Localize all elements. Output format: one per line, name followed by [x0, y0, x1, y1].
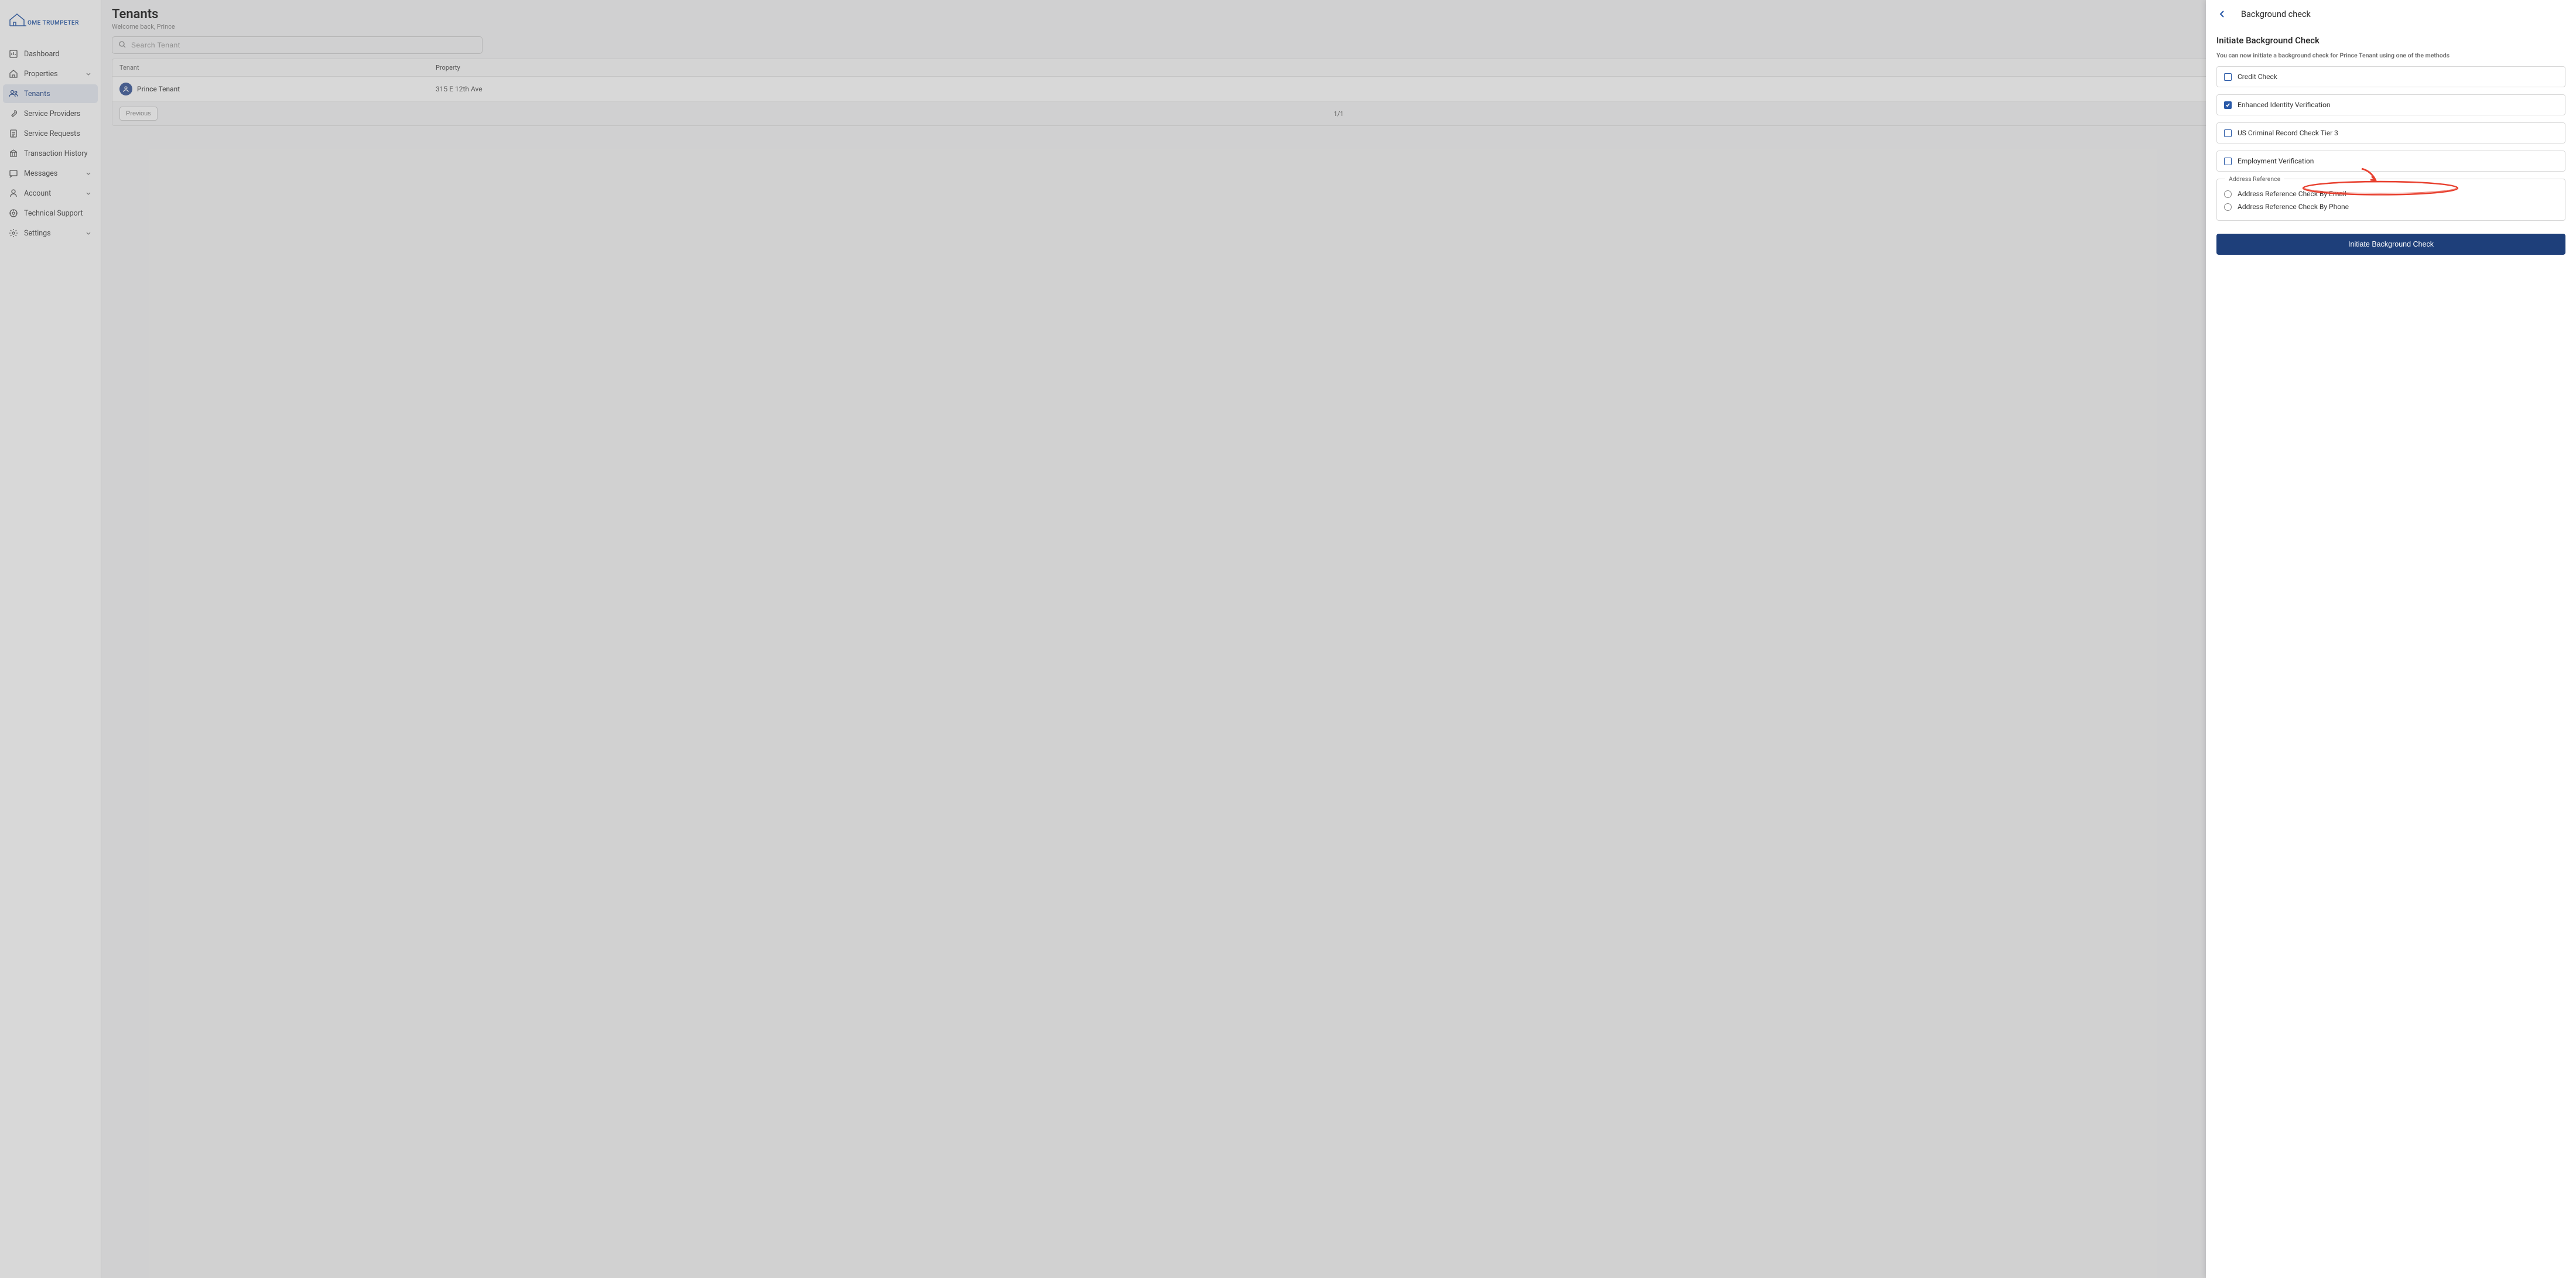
check-label: Credit Check	[2238, 73, 2277, 81]
page-indicator: 1/1	[1334, 110, 1344, 118]
chevron-down-icon	[85, 170, 92, 177]
main-content: Tenants Welcome back, Prince Tenant Prop…	[101, 0, 2576, 1278]
message-icon	[9, 169, 18, 178]
sidebar-item-label: Settings	[24, 229, 79, 238]
chevron-down-icon	[85, 70, 92, 77]
pagination: Previous 1/1	[112, 102, 2565, 125]
check-label: Employment Verification	[2238, 157, 2314, 165]
tenant-name: Prince Tenant	[137, 85, 180, 93]
sidebar-item-service-providers[interactable]: Service Providers	[3, 104, 98, 123]
fieldset-legend: Address Reference	[2225, 175, 2284, 183]
drawer-header: Background check	[2206, 0, 2576, 28]
check-option-criminal[interactable]: US Criminal Record Check Tier 3	[2216, 122, 2565, 143]
check-option-credit[interactable]: Credit Check	[2216, 66, 2565, 87]
logo-icon: OME TRUMPETER	[9, 12, 91, 30]
checkbox-icon	[2224, 129, 2232, 137]
sidebar-item-label: Service Providers	[24, 110, 92, 118]
sidebar-item-technical-support[interactable]: Technical Support	[3, 204, 98, 223]
dashboard-icon	[9, 49, 18, 59]
check-option-employment[interactable]: Employment Verification	[2216, 151, 2565, 172]
search-box[interactable]	[112, 36, 483, 54]
page-subtitle: Welcome back, Prince	[112, 23, 2565, 30]
sidebar-item-label: Account	[24, 189, 79, 198]
radio-option-phone[interactable]: Address Reference Check By Phone	[2224, 200, 2558, 213]
chevron-down-icon	[85, 230, 92, 237]
clipboard-icon	[9, 129, 18, 138]
svg-text:OME TRUMPETER: OME TRUMPETER	[28, 20, 79, 26]
radio-label: Address Reference Check By Phone	[2238, 203, 2349, 211]
page-title: Tenants	[112, 7, 2565, 22]
radio-icon	[2224, 190, 2232, 198]
tenants-table: Tenant Property Prince Tenant 315 E 12th…	[112, 59, 2565, 126]
avatar	[119, 83, 132, 95]
wrench-icon	[9, 109, 18, 118]
sidebar-item-label: Service Requests	[24, 129, 92, 138]
chevron-down-icon	[85, 190, 92, 197]
table-header: Tenant Property	[112, 59, 2565, 77]
drawer-note: You can now initiate a background check …	[2216, 52, 2565, 59]
logo: OME TRUMPETER	[0, 6, 101, 45]
sidebar-item-label: Tenants	[24, 90, 92, 98]
gear-icon	[9, 228, 18, 238]
sidebar-item-dashboard[interactable]: Dashboard	[3, 45, 98, 63]
sidebar-item-properties[interactable]: Properties	[3, 64, 98, 83]
support-icon	[9, 209, 18, 218]
sidebar-item-transaction-history[interactable]: Transaction History	[3, 144, 98, 163]
user-icon	[9, 189, 18, 198]
sidebar-item-tenants[interactable]: Tenants	[3, 84, 98, 103]
search-icon	[118, 40, 126, 51]
users-icon	[9, 89, 18, 98]
check-option-identity[interactable]: Enhanced Identity Verification	[2216, 94, 2565, 115]
sidebar-item-messages[interactable]: Messages	[3, 164, 98, 183]
checkbox-icon	[2224, 73, 2232, 81]
address-reference-fieldset: Address Reference Address Reference Chec…	[2216, 179, 2565, 221]
sidebar: OME TRUMPETER Dashboard Properties	[0, 0, 101, 1278]
sidebar-item-label: Dashboard	[24, 50, 92, 59]
bank-icon	[9, 149, 18, 158]
sidebar-item-label: Messages	[24, 169, 79, 178]
sidebar-item-settings[interactable]: Settings	[3, 224, 98, 242]
radio-label: Address Reference Check By Email	[2238, 190, 2346, 198]
initiate-background-check-button[interactable]: Initiate Background Check	[2216, 234, 2565, 255]
radio-option-email[interactable]: Address Reference Check By Email	[2224, 187, 2558, 200]
sidebar-item-label: Transaction History	[24, 149, 92, 158]
background-check-drawer: Background check Initiate Background Che…	[2206, 0, 2576, 1278]
previous-button[interactable]: Previous	[119, 107, 158, 121]
back-button[interactable]	[2216, 8, 2228, 20]
drawer-title: Background check	[2235, 9, 2311, 19]
table-row[interactable]: Prince Tenant 315 E 12th Ave	[112, 77, 2565, 102]
sidebar-item-account[interactable]: Account	[3, 184, 98, 203]
home-icon	[9, 69, 18, 78]
sidebar-item-service-requests[interactable]: Service Requests	[3, 124, 98, 143]
nav: Dashboard Properties Tenants	[0, 45, 101, 242]
drawer-section-title: Initiate Background Check	[2216, 35, 2565, 46]
radio-icon	[2224, 203, 2232, 211]
checkbox-checked-icon	[2224, 101, 2232, 109]
check-label: Enhanced Identity Verification	[2238, 101, 2331, 109]
page-header: Tenants Welcome back, Prince	[101, 0, 2576, 36]
check-label: US Criminal Record Check Tier 3	[2238, 129, 2338, 137]
sidebar-item-label: Technical Support	[24, 209, 92, 218]
checkbox-icon	[2224, 158, 2232, 165]
search-input[interactable]	[131, 41, 476, 49]
column-header-tenant: Tenant	[119, 64, 436, 71]
sidebar-item-label: Properties	[24, 70, 79, 78]
